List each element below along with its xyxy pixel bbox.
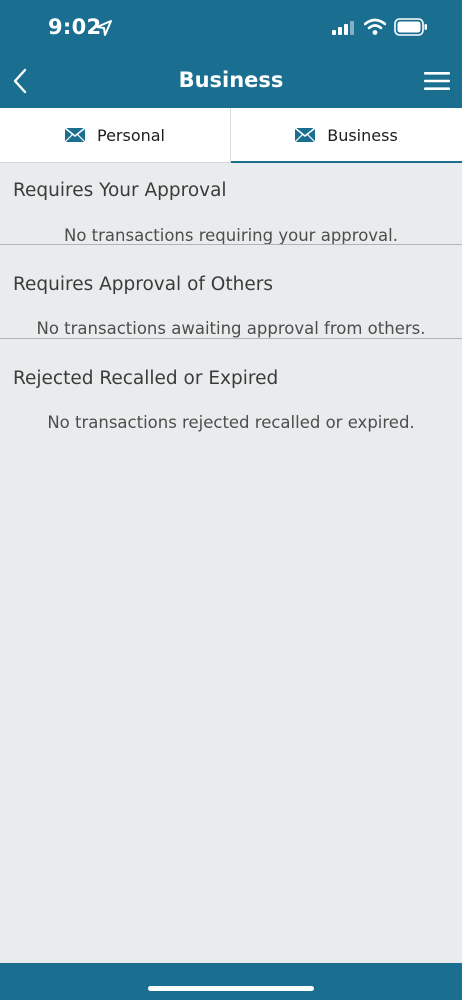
cellular-signal-icon: [332, 21, 354, 35]
section-divider: [0, 338, 462, 339]
tab-business-label: Business: [327, 125, 398, 145]
menu-button[interactable]: [424, 70, 450, 92]
envelope-icon: [64, 128, 85, 142]
tab-personal-label: Personal: [96, 125, 165, 145]
location-arrow-icon: [96, 20, 112, 36]
status-time: 9:02: [48, 15, 102, 39]
navigation-bar: Business: [0, 56, 462, 108]
wifi-icon: [364, 18, 386, 35]
tab-personal[interactable]: Personal: [0, 108, 231, 162]
bottom-bar: [0, 963, 462, 1000]
status-bar: 9:02: [0, 0, 462, 56]
tab-bar: Personal Business: [0, 108, 462, 163]
empty-message: No transactions requiring your approval.: [64, 226, 398, 245]
page-title: Business: [178, 68, 284, 92]
tab-business[interactable]: Business: [231, 108, 462, 163]
battery-icon: [394, 18, 427, 36]
section-title: Rejected Recalled or Expired: [13, 368, 279, 389]
empty-message: No transactions awaiting approval from o…: [36, 319, 426, 338]
section-title: Requires Your Approval: [13, 180, 227, 201]
empty-message: No transactions rejected recalled or exp…: [47, 413, 415, 432]
home-indicator[interactable]: [148, 986, 314, 991]
section-title: Requires Approval of Others: [13, 274, 273, 295]
section-divider: [0, 244, 462, 245]
envelope-icon: [295, 128, 316, 142]
hamburger-menu-icon: [424, 72, 450, 90]
